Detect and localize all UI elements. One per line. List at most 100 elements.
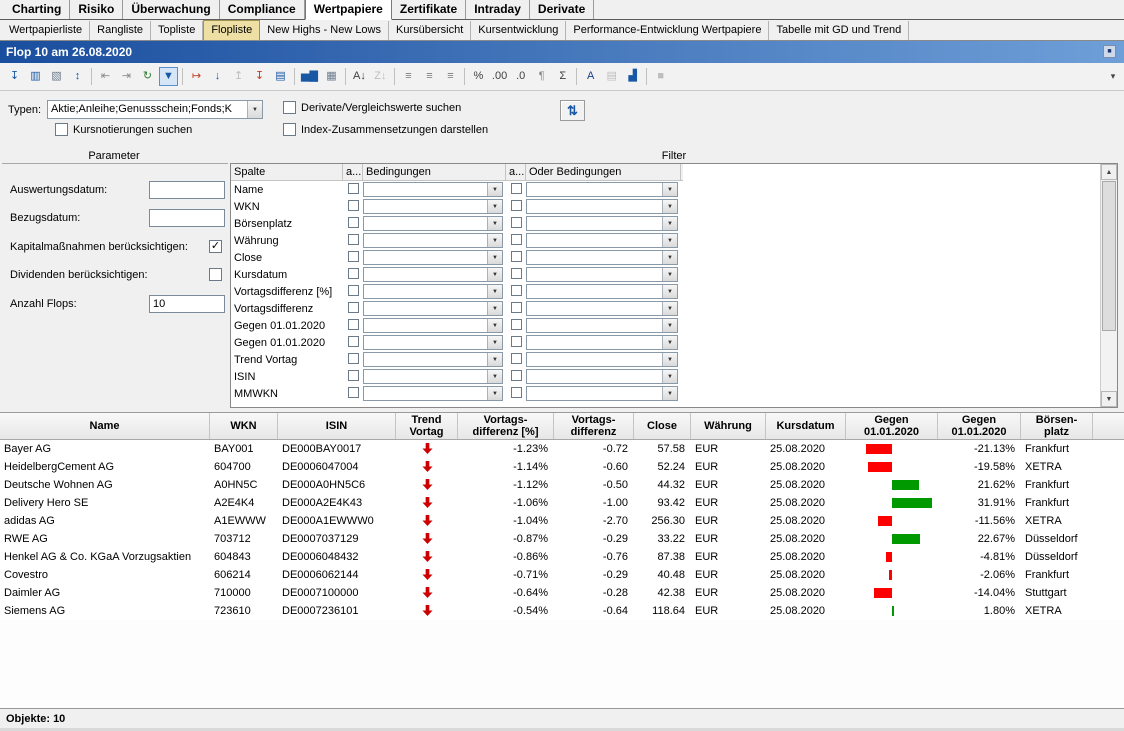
column-header-trend-vortag[interactable]: Trend Vortag [396, 413, 458, 439]
filter-condition-select[interactable]: ▼ [526, 386, 678, 401]
filter-condition-select[interactable]: ▼ [526, 284, 678, 299]
filter-condition-select[interactable]: ▼ [526, 199, 678, 214]
param-checkbox-kapitalmaßnahmen-berücksichtigen[interactable]: ✓ [209, 240, 222, 253]
column-header-währung[interactable]: Währung [691, 413, 766, 439]
filter-condition-select[interactable]: ▼ [526, 301, 678, 316]
param-checkbox-dividenden-berücksichtigen[interactable] [209, 268, 222, 281]
menu-item-intraday[interactable]: Intraday [466, 0, 530, 19]
menu-item-zertifikate[interactable]: Zertifikate [392, 0, 466, 19]
align-right-icon[interactable]: ≡ [441, 67, 460, 86]
tab-kursentwicklung[interactable]: Kursentwicklung [471, 21, 566, 40]
tab-flopliste[interactable]: Flopliste [203, 20, 260, 40]
column-header-vortags-differenz[interactable]: Vortags- differenz [%] [458, 413, 554, 439]
chevron-down-icon[interactable]: ▼ [662, 302, 677, 315]
chevron-down-icon[interactable]: ▼ [487, 234, 502, 247]
filter-checkbox[interactable] [511, 217, 522, 228]
chevron-down-icon[interactable]: ▼ [662, 370, 677, 383]
chevron-down-icon[interactable]: ▼ [487, 251, 502, 264]
table-row[interactable]: Henkel AG & Co. KGaA Vorzugsaktien604843… [0, 548, 1124, 566]
chevron-down-icon[interactable]: ▼ [487, 353, 502, 366]
tab-wertpapierliste[interactable]: Wertpapierliste [2, 21, 90, 40]
filter-condition-select[interactable]: ▼ [363, 233, 503, 248]
filter-checkbox[interactable] [511, 234, 522, 245]
table-row[interactable]: Bayer AGBAY001DE000BAY0017-1.23%-0.7257.… [0, 440, 1124, 458]
chart-icon[interactable]: ▟ [623, 67, 642, 86]
chevron-down-icon[interactable]: ▼ [662, 200, 677, 213]
filter-checkbox[interactable] [348, 234, 359, 245]
column-header-wkn[interactable]: WKN [210, 413, 278, 439]
filter-condition-select[interactable]: ▼ [363, 182, 503, 197]
filter-checkbox[interactable] [348, 336, 359, 347]
column-header-close[interactable]: Close [634, 413, 691, 439]
filter-condition-select[interactable]: ▼ [526, 233, 678, 248]
filter-condition-select[interactable]: ▼ [526, 267, 678, 282]
filter-condition-select[interactable]: ▼ [363, 369, 503, 384]
filter-condition-select[interactable]: ▼ [526, 352, 678, 367]
filter-condition-select[interactable]: ▼ [363, 216, 503, 231]
scroll-down-icon[interactable]: ▼ [1101, 391, 1117, 407]
column-header-isin[interactable]: ISIN [278, 413, 396, 439]
checkbox-index-zusammensetzungen-darstellen[interactable] [283, 123, 296, 136]
filter-condition-select[interactable]: ▼ [363, 301, 503, 316]
increase-decimal-icon[interactable]: .00 [490, 67, 509, 86]
filter-checkbox[interactable] [511, 302, 522, 313]
chevron-down-icon[interactable]: ▼ [487, 319, 502, 332]
next-result-icon[interactable]: ↧ [250, 67, 269, 86]
checkbox-row-kursnotierungen-suchen[interactable]: Kursnotierungen suchen [55, 123, 192, 136]
table-row[interactable]: Deutsche Wohnen AGA0HN5CDE000A0HN5C6-1.1… [0, 476, 1124, 494]
filter-condition-select[interactable]: ▼ [526, 182, 678, 197]
tab-new-highs-new-lows[interactable]: New Highs - New Lows [260, 21, 389, 40]
checkbox-kursnotierungen-suchen[interactable] [55, 123, 68, 136]
chevron-down-icon[interactable]: ▼ [662, 336, 677, 349]
tab-performance-entwicklung-wertpapiere[interactable]: Performance-Entwicklung Wertpapiere [566, 21, 769, 40]
chevron-down-icon[interactable]: ▼ [662, 285, 677, 298]
filter-scrollbar[interactable]: ▲ ▼ [1100, 164, 1117, 407]
param-input-anzahl-flops[interactable] [149, 295, 225, 313]
table-row[interactable]: Siemens AG723610DE0007236101-0.54%-0.641… [0, 602, 1124, 620]
filter-checkbox[interactable] [348, 183, 359, 194]
column-header-gegen-01-01-2020[interactable]: Gegen 01.01.2020 [846, 413, 938, 439]
filter-condition-select[interactable]: ▼ [363, 352, 503, 367]
filter-checkbox[interactable] [511, 370, 522, 381]
refresh-button[interactable]: ⇅ [560, 100, 585, 121]
checkbox-row-derivate-vergleichswerte-suchen[interactable]: Derivate/Vergleichswerte suchen [283, 101, 461, 114]
table-row[interactable]: Delivery Hero SEA2E4K4DE000A2E4K43-1.06%… [0, 494, 1124, 512]
filter-checkbox[interactable] [348, 302, 359, 313]
menu-item-compliance[interactable]: Compliance [220, 0, 305, 19]
filter-condition-select[interactable]: ▼ [363, 284, 503, 299]
chevron-down-icon[interactable]: ▼ [662, 353, 677, 366]
filter-condition-select[interactable]: ▼ [526, 335, 678, 350]
filter-condition-select[interactable]: ▼ [363, 250, 503, 265]
sum-icon[interactable]: Σ [553, 67, 572, 86]
chevron-down-icon[interactable]: ▼ [487, 268, 502, 281]
column-header-börsen-platz[interactable]: Börsen- platz [1021, 413, 1093, 439]
filter-checkbox[interactable] [511, 387, 522, 398]
menu-item-derivate[interactable]: Derivate [530, 0, 594, 19]
tab-kursübersicht[interactable]: Kursübersicht [389, 21, 471, 40]
chevron-down-icon[interactable]: ▼ [487, 370, 502, 383]
align-center-icon[interactable]: ≡ [420, 67, 439, 86]
column-header-gegen-01-01-2020[interactable]: Gegen 01.01.2020 [938, 413, 1021, 439]
chevron-down-icon[interactable]: ▼ [487, 217, 502, 230]
chevron-down-icon[interactable]: ▼ [662, 387, 677, 400]
tab-tabelle-mit-gd-und-trend[interactable]: Tabelle mit GD und Trend [769, 21, 909, 40]
typen-select[interactable]: Aktie;Anleihe;Genussschein;Fonds;K ▼ [47, 100, 263, 119]
menu-item-überwachung[interactable]: Überwachung [123, 0, 219, 19]
filter-condition-select[interactable]: ▼ [526, 216, 678, 231]
filter-checkbox[interactable] [511, 268, 522, 279]
paragraph-icon[interactable]: ¶ [532, 67, 551, 86]
filter-condition-select[interactable]: ▼ [363, 267, 503, 282]
filter-checkbox[interactable] [348, 353, 359, 364]
table-row[interactable]: RWE AG703712DE0007037129-0.87%-0.2933.22… [0, 530, 1124, 548]
goto-row-icon[interactable]: ↓ [208, 67, 227, 86]
chevron-down-icon[interactable]: ▼ [487, 200, 502, 213]
chevron-down-icon[interactable]: ▼ [662, 319, 677, 332]
filter-condition-select[interactable]: ▼ [526, 369, 678, 384]
chevron-down-icon[interactable]: ▼ [487, 387, 502, 400]
column-summary-icon[interactable]: ▤ [271, 67, 290, 86]
table-row[interactable]: HeidelbergCement AG604700DE0006047004-1.… [0, 458, 1124, 476]
fit-view-icon[interactable]: ↕ [68, 67, 87, 86]
titlebar-menu-icon[interactable]: ■ [1103, 45, 1116, 58]
chevron-down-icon[interactable]: ▼ [487, 302, 502, 315]
chevron-down-icon[interactable]: ▼ [487, 336, 502, 349]
